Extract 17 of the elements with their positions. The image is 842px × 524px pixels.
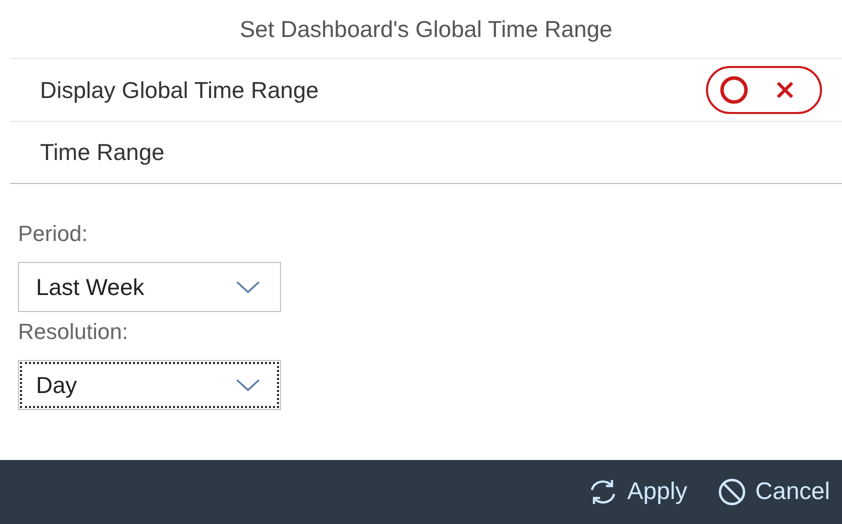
circle-icon (718, 74, 750, 106)
row-label: Display Global Time Range (40, 76, 319, 105)
apply-button[interactable]: Apply (587, 474, 688, 510)
field-label: Period: (18, 220, 89, 248)
prohibited-icon (717, 477, 748, 507)
toggle-switch[interactable] (706, 66, 822, 114)
dialog-title: Set Dashboard's Global Time Range (238, 14, 612, 44)
field-value: Day (36, 370, 77, 400)
chevron-down-icon (235, 280, 261, 294)
dropdown-field[interactable]: Day (18, 360, 281, 410)
cancel-button[interactable]: Cancel (717, 474, 830, 510)
chevron-down-icon (235, 378, 261, 392)
field-label: Resolution: (18, 318, 130, 346)
field-value: Last Week (36, 272, 144, 302)
dropdown-field[interactable]: Last Week (18, 262, 281, 312)
row-label: Time Range (40, 138, 164, 168)
close-icon (774, 79, 796, 101)
